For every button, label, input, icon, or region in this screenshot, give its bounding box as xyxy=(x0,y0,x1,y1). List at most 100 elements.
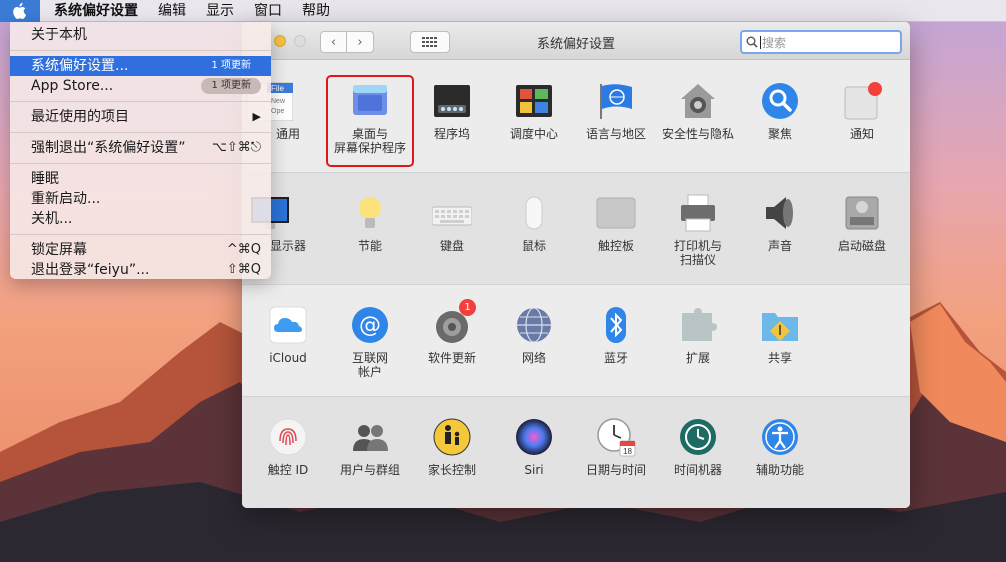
pane-label: 启动磁盘 xyxy=(837,239,886,253)
pane-mouse[interactable]: 鼠标 xyxy=(493,193,575,293)
system-preferences-window: ‹ › 系统偏好设置 搜索 File New Ope 通用 桌面与 屏幕保护程序… xyxy=(242,22,910,508)
menu-view[interactable]: 显示 xyxy=(196,0,244,22)
pane-label: 鼠标 xyxy=(521,239,546,253)
pane-software-update[interactable]: 1 软件更新 xyxy=(411,299,493,405)
menu-about-this-mac[interactable]: 关于本机 xyxy=(10,25,271,45)
pane-section-hardware: 显示器 节能 键盘 鼠标 触控板 打印机与 扫描仪 声音 启动磁盘 xyxy=(242,173,910,285)
menu-app-store[interactable]: App Store... 1 项更新 xyxy=(10,76,271,96)
pane-label: Siri xyxy=(524,463,544,477)
menu-separator xyxy=(10,132,271,133)
menu-restart[interactable]: 重新启动... xyxy=(10,189,271,209)
shared-folder-icon xyxy=(760,305,800,345)
general-icon-text: New xyxy=(271,98,286,105)
menu-app-name[interactable]: 系统偏好设置 xyxy=(40,0,148,22)
accessibility-icon xyxy=(760,417,800,457)
dock-icon xyxy=(432,81,472,121)
annotation-highlight-box xyxy=(326,75,414,167)
pane-dock[interactable]: 程序坞 xyxy=(411,81,493,181)
pane-energy-saver[interactable]: 节能 xyxy=(329,193,411,293)
apple-menu-icon[interactable] xyxy=(0,0,40,22)
calendar-day: 18 xyxy=(623,447,632,456)
at-sign-icon: @ xyxy=(350,305,390,345)
pane-label: 打印机与 扫描仪 xyxy=(673,239,722,267)
icloud-icon xyxy=(268,305,308,345)
hard-disk-icon xyxy=(842,193,882,233)
apple-dropdown-menu: 关于本机 系统偏好设置... 1 项更新 App Store... 1 项更新 … xyxy=(10,22,271,279)
menu-system-preferences[interactable]: 系统偏好设置... 1 项更新 xyxy=(10,56,271,76)
time-machine-icon xyxy=(678,417,718,457)
pane-label: 调度中心 xyxy=(509,127,558,141)
bluetooth-icon xyxy=(596,305,636,345)
pane-date-time[interactable]: 18 日期与时间 xyxy=(575,417,657,508)
pane-label: 网络 xyxy=(521,351,546,365)
pane-label: iCloud xyxy=(269,351,307,365)
pane-label: 聚焦 xyxy=(767,127,792,141)
menu-shutdown[interactable]: 关机... xyxy=(10,209,271,229)
notifications-icon xyxy=(842,81,882,121)
shortcut-label: ⇧⌘Q xyxy=(226,262,261,277)
pane-label: 安全性与隐私 xyxy=(661,127,734,141)
pane-keyboard[interactable]: 键盘 xyxy=(411,193,493,293)
pane-bluetooth[interactable]: 蓝牙 xyxy=(575,305,657,405)
pane-printers-scanners[interactable]: 打印机与 扫描仪 xyxy=(657,193,739,293)
pane-label: 扩展 xyxy=(685,351,710,365)
lightbulb-icon xyxy=(350,193,390,233)
pane-spotlight[interactable]: 聚焦 xyxy=(739,81,821,181)
clock-calendar-icon: 18 xyxy=(596,417,636,457)
pane-icloud[interactable]: iCloud xyxy=(247,305,329,405)
menu-log-out[interactable]: 退出登录“feiyu”... ⇧⌘Q xyxy=(10,260,271,280)
pane-sound[interactable]: 声音 xyxy=(739,193,821,293)
pane-accessibility[interactable]: 辅助功能 xyxy=(739,417,821,508)
printer-icon xyxy=(678,193,718,233)
house-lock-icon xyxy=(678,81,718,121)
pane-startup-disk[interactable]: 启动磁盘 xyxy=(821,193,903,293)
search-input[interactable]: 搜索 xyxy=(740,30,902,54)
flag-icon xyxy=(596,81,636,121)
pane-label: 触控板 xyxy=(597,239,634,253)
pane-label: 日期与时间 xyxy=(585,463,646,477)
menu-lock-screen[interactable]: 锁定屏幕 ^⌘Q xyxy=(10,240,271,260)
pane-label: 触控 ID xyxy=(267,463,309,477)
menu-separator xyxy=(10,50,271,51)
menu-force-quit[interactable]: 强制退出“系统偏好设置” ⌥⇧⌘⎋ xyxy=(10,138,271,158)
puzzle-icon xyxy=(678,305,718,345)
pane-mission-control[interactable]: 调度中心 xyxy=(493,81,575,181)
pane-sharing[interactable]: 共享 xyxy=(739,305,821,405)
pane-extensions[interactable]: 扩展 xyxy=(657,305,739,405)
menu-help[interactable]: 帮助 xyxy=(292,0,340,22)
pane-label: 时间机器 xyxy=(673,463,722,477)
pane-security-privacy[interactable]: 安全性与隐私 xyxy=(657,81,739,181)
pane-internet-accounts[interactable]: @ 互联网 帐户 xyxy=(329,305,411,405)
pane-siri[interactable]: Siri xyxy=(493,417,575,508)
submenu-arrow-icon: ▶ xyxy=(252,110,261,123)
users-icon xyxy=(350,417,390,457)
mission-control-icon xyxy=(514,81,554,121)
pane-label: 互联网 帐户 xyxy=(351,351,388,379)
pane-network[interactable]: 网络 xyxy=(493,305,575,405)
window-titlebar: ‹ › 系统偏好设置 搜索 xyxy=(242,22,910,60)
pane-users-groups[interactable]: 用户与群组 xyxy=(329,417,411,508)
menu-sleep[interactable]: 睡眠 xyxy=(10,169,271,189)
shortcut-label: ⌥⇧⌘⎋ xyxy=(211,140,261,155)
general-icon-text: Ope xyxy=(271,108,284,115)
menu-recent-items[interactable]: 最近使用的项目 ▶ xyxy=(10,107,271,127)
search-placeholder: 搜索 xyxy=(762,35,787,50)
globe-icon xyxy=(514,305,554,345)
pane-notifications[interactable]: 通知 xyxy=(821,81,903,181)
menu-separator xyxy=(10,234,271,235)
menu-window[interactable]: 窗口 xyxy=(244,0,292,22)
pane-section-system: 触控 ID 用户与群组 家长控制 Siri 18 日期与时间 时间机器 辅助功能 xyxy=(242,397,910,508)
search-icon xyxy=(746,36,758,48)
speaker-icon xyxy=(760,193,800,233)
pane-trackpad[interactable]: 触控板 xyxy=(575,193,657,293)
pane-label: 家长控制 xyxy=(427,463,476,477)
menu-edit[interactable]: 编辑 xyxy=(148,0,196,22)
pane-language-region[interactable]: 语言与地区 xyxy=(575,81,657,181)
pane-label: 声音 xyxy=(767,239,792,253)
pane-touch-id[interactable]: 触控 ID xyxy=(247,417,329,508)
pane-time-machine[interactable]: 时间机器 xyxy=(657,417,739,508)
pane-label: 共享 xyxy=(767,351,792,365)
keyboard-icon xyxy=(431,193,473,233)
pane-label: 软件更新 xyxy=(427,351,476,365)
pane-parental-controls[interactable]: 家长控制 xyxy=(411,417,493,508)
